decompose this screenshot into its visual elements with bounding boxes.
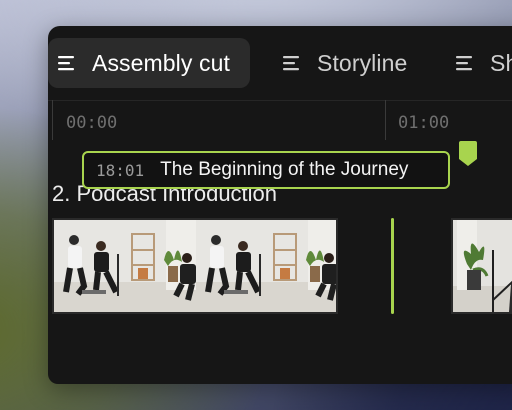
playhead-handle[interactable] <box>459 141 477 167</box>
tab-label: Storyline <box>317 49 408 76</box>
ruler-tick <box>385 100 386 140</box>
ruler-label: 00:00 <box>66 113 118 133</box>
list-icon <box>58 55 76 71</box>
tab-assembly-cut[interactable]: Assembly cut <box>48 38 250 88</box>
timeline-panel: Assembly cut Storyline Sh 00:00 01:00 2.… <box>48 26 512 384</box>
tab-bar: Assembly cut Storyline Sh <box>48 26 512 100</box>
tab-label: Assembly cut <box>92 49 230 76</box>
ruler-tick <box>52 100 53 140</box>
chapter-marker[interactable]: 18:01 The Beginning of the Journey <box>82 151 450 189</box>
video-clip[interactable] <box>52 218 338 314</box>
marker-title: The Beginning of the Journey <box>160 159 409 180</box>
tab-storyline[interactable]: Storyline <box>283 38 407 88</box>
tab-third[interactable]: Sh <box>456 38 512 88</box>
marker-timestamp: 18:01 <box>96 160 145 180</box>
list-icon <box>456 55 474 71</box>
list-icon <box>283 55 301 71</box>
tab-divider <box>48 100 512 101</box>
ruler-label: 01:00 <box>398 113 450 133</box>
tab-label: Sh <box>490 49 512 76</box>
clip-thumbnail <box>453 220 512 312</box>
clip-thumbnail <box>54 220 338 312</box>
video-clip[interactable] <box>451 218 512 314</box>
cut-indicator[interactable] <box>391 218 394 314</box>
